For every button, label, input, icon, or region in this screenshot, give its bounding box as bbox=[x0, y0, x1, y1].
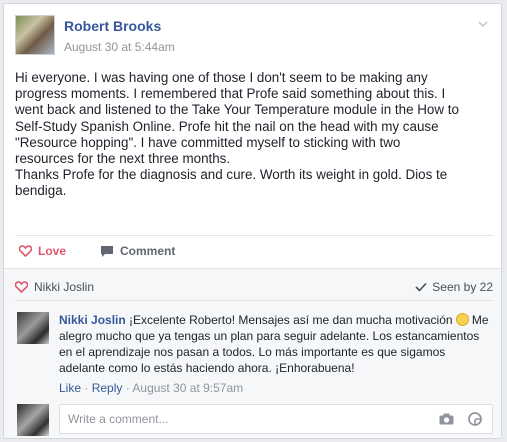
camera-icon[interactable] bbox=[439, 413, 454, 425]
checkmark-icon bbox=[415, 282, 427, 292]
comments-section: Nikki Joslin Seen by 22 Nikki Joslin ¡Ex… bbox=[4, 268, 501, 438]
comment-reply-link[interactable]: Reply bbox=[92, 381, 123, 395]
post-card: Robert Brooks August 30 at 5:44am Hi eve… bbox=[3, 3, 502, 439]
action-bar: Love Comment bbox=[15, 235, 493, 263]
liker-name: Nikki Joslin bbox=[34, 280, 95, 294]
comment-timestamp[interactable]: August 30 at 9:57am bbox=[132, 381, 243, 395]
heart-icon bbox=[19, 245, 32, 257]
post-timestamp[interactable]: August 30 at 5:44am bbox=[64, 40, 175, 54]
comment-box[interactable] bbox=[59, 404, 493, 434]
divider bbox=[15, 300, 493, 301]
author-avatar[interactable] bbox=[15, 15, 55, 55]
reactions-row: Nikki Joslin Seen by 22 bbox=[15, 276, 493, 298]
commenter-name[interactable]: Nikki Joslin bbox=[59, 313, 126, 327]
comment-label: Comment bbox=[120, 244, 176, 258]
sticker-icon[interactable] bbox=[468, 412, 482, 426]
comment-like-link[interactable]: Like bbox=[59, 381, 81, 395]
comment-input[interactable] bbox=[66, 411, 430, 427]
comment-icon bbox=[101, 245, 113, 257]
meta-separator: · bbox=[125, 381, 130, 395]
comment-body: ¡Excelente Roberto! Mensajes así me dan … bbox=[129, 313, 453, 327]
smiley-icon bbox=[455, 313, 469, 326]
seen-by-label: Seen by 22 bbox=[432, 280, 493, 294]
heart-icon bbox=[15, 281, 28, 293]
comment-button[interactable]: Comment bbox=[100, 244, 175, 258]
comment-meta: Like · Reply · August 30 at 9:57am bbox=[59, 381, 243, 395]
love-button[interactable]: Love bbox=[19, 244, 66, 258]
comment-text: Nikki Joslin ¡Excelente Roberto! Mensaje… bbox=[59, 312, 491, 376]
meta-separator: · bbox=[84, 381, 89, 395]
viewer-avatar bbox=[17, 404, 49, 436]
commenter-avatar[interactable] bbox=[17, 312, 49, 344]
likers[interactable]: Nikki Joslin bbox=[15, 280, 94, 294]
comment-composer bbox=[17, 404, 493, 436]
post-header: Robert Brooks August 30 at 5:44am bbox=[15, 15, 495, 61]
chevron-down-icon[interactable] bbox=[478, 19, 488, 29]
seen-by[interactable]: Seen by 22 bbox=[415, 280, 493, 294]
author-name[interactable]: Robert Brooks bbox=[64, 18, 161, 34]
post-body: Hi everyone. I was having one of those I… bbox=[15, 70, 459, 199]
love-label: Love bbox=[38, 244, 67, 258]
